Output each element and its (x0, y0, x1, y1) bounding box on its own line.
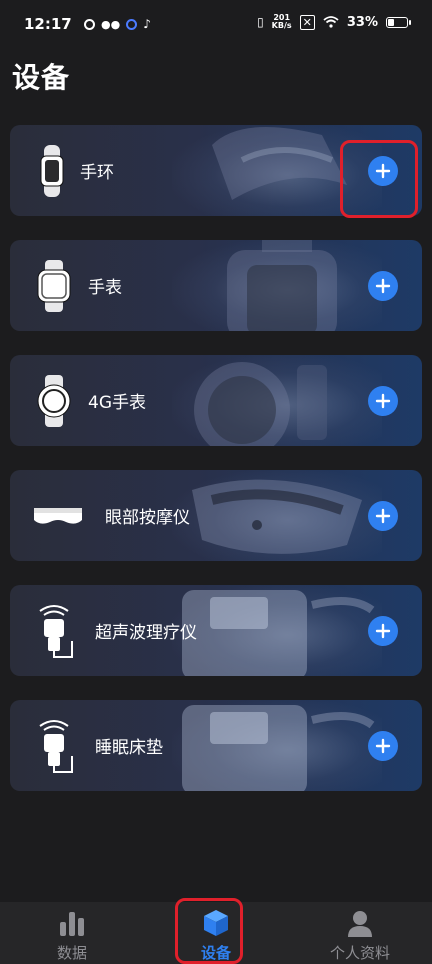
wifi-icon (323, 16, 339, 28)
band-icon (40, 145, 64, 197)
highlight-box (340, 140, 418, 218)
sim-off-icon: ✕ (299, 14, 315, 30)
add-device-button[interactable] (368, 386, 398, 416)
eye-mask-icon (34, 508, 82, 524)
device-label: 眼部按摩仪 (105, 508, 190, 528)
wechat-icon: ●● (101, 17, 121, 31)
notification-icons: ●● ♪ (84, 17, 151, 31)
battery-icon (386, 16, 411, 28)
highlight-box (175, 898, 243, 964)
device-label: 手表 (88, 278, 122, 298)
device-photo (172, 470, 382, 561)
network-speed: 201 KB/s (272, 14, 292, 30)
nav-tab-data[interactable]: 数据 (0, 902, 144, 964)
square-watch-icon (37, 260, 71, 312)
person-icon (348, 911, 372, 937)
vibrate-icon: ▯ (257, 15, 264, 29)
page-title: 设备 (12, 61, 71, 94)
plus-icon (375, 508, 391, 524)
device-card-ultrasound-therapy[interactable]: 超声波理疗仪 (10, 585, 422, 676)
battery-percent: 33% (346, 14, 378, 30)
device-list: 手环 手表 4G手表 眼部按摩仪 超声波理疗仪 睡眠床垫 (10, 125, 422, 815)
round-watch-icon (37, 375, 71, 427)
plus-icon (375, 278, 391, 294)
nav-label: 个人资料 (329, 944, 390, 962)
device-label: 超声波理疗仪 (95, 623, 197, 643)
add-device-button[interactable] (368, 271, 398, 301)
device-label: 手环 (80, 163, 114, 183)
device-photo (172, 240, 382, 331)
device-card-sleep-mattress[interactable]: 睡眠床垫 (10, 700, 422, 791)
nav-tab-profile[interactable]: 个人资料 (288, 902, 432, 964)
device-card-watch[interactable]: 手表 (10, 240, 422, 331)
device-card-eye-massager[interactable]: 眼部按摩仪 (10, 470, 422, 561)
ultrasound-probe-icon (39, 605, 73, 658)
plus-icon (375, 623, 391, 639)
device-photo (172, 700, 382, 791)
app-notification-icon (84, 18, 95, 30)
status-time: 12:17 (24, 15, 72, 33)
plus-icon (375, 393, 391, 409)
app-notification-icon (126, 18, 138, 30)
status-right: ▯ 201 KB/s ✕ 33% (257, 14, 411, 30)
add-device-button[interactable] (368, 731, 398, 761)
device-photo (172, 355, 382, 446)
plus-icon (375, 738, 391, 754)
device-card-4g-watch[interactable]: 4G手表 (10, 355, 422, 446)
tiktok-icon: ♪ (143, 17, 151, 31)
device-label: 睡眠床垫 (95, 738, 163, 758)
ultrasound-probe-icon (39, 720, 73, 773)
device-photo (172, 585, 382, 676)
add-device-button[interactable] (368, 616, 398, 646)
device-label: 4G手表 (88, 393, 146, 413)
status-bar: 12:17 ●● ♪ ▯ 201 KB/s ✕ 33% (0, 0, 432, 52)
add-device-button[interactable] (368, 501, 398, 531)
network-speed-unit: KB/s (271, 21, 292, 30)
bar-chart-icon (60, 912, 84, 936)
nav-label: 数据 (56, 944, 87, 962)
